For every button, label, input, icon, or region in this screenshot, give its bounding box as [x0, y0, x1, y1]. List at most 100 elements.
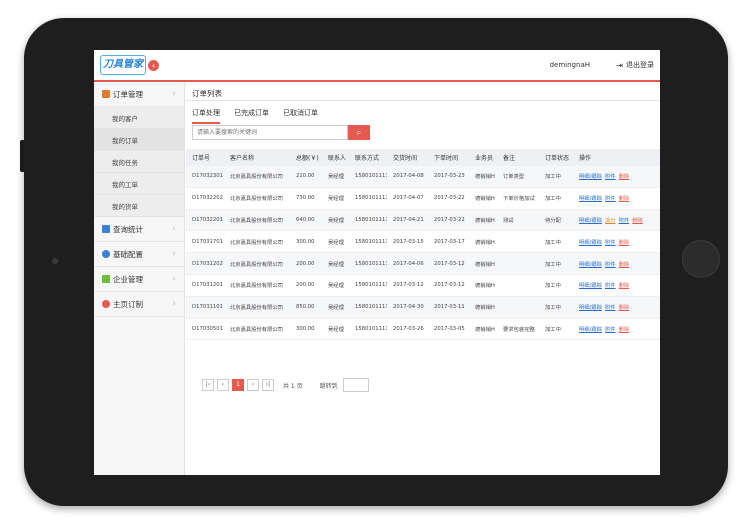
search-button[interactable]: ⌕ — [348, 125, 370, 140]
first-page-button[interactable]: |‹ — [202, 379, 214, 391]
cell-contact: 吴经理 — [322, 230, 349, 254]
row-action-link[interactable]: 明细/跟踪 — [579, 327, 602, 333]
cell-ordered: 2017-03-12 — [428, 274, 469, 297]
cell-phone: 15801011111 — [349, 318, 387, 341]
row-action-link[interactable]: 明细/跟踪 — [579, 283, 602, 289]
column-header: 联系人 — [322, 149, 349, 166]
tab-processing[interactable]: 订单处理 — [192, 104, 220, 124]
next-page-button[interactable]: › — [247, 379, 259, 391]
row-action-link[interactable]: 附件 — [605, 240, 616, 246]
column-header: 总额(￥) — [290, 149, 322, 166]
pagination: |‹ ‹ 1 › ›| 共 1 页 跳转到 — [202, 378, 369, 392]
table-row[interactable]: D17031701北京嘉具股份有限公司300.00吴经理158010111112… — [186, 230, 660, 254]
tab-completed[interactable]: 已完成订单 — [234, 104, 269, 124]
sidebar-item-query-stats[interactable]: 查询统计 › — [94, 217, 184, 242]
cell-id: D17032202 — [186, 187, 224, 210]
column-header: 业务员 — [469, 149, 497, 166]
table-row[interactable]: D17031202北京嘉具股份有限公司200.00吴经理158010111112… — [186, 252, 660, 275]
sidebar-item-order-management[interactable]: 订单管理 › — [94, 82, 184, 107]
row-action-link[interactable]: 删除 — [619, 283, 630, 289]
sidebar-item-label: 查询统计 — [113, 224, 143, 234]
cell-status: 加工中 — [539, 274, 573, 297]
last-page-button[interactable]: ›| — [262, 379, 274, 391]
table-row[interactable]: D17030501北京嘉具股份有限公司300.00吴经理158010111112… — [186, 318, 660, 341]
camera-dot — [52, 258, 58, 264]
database-icon — [102, 275, 110, 283]
row-action-link[interactable]: 明细/跟踪 — [579, 305, 602, 311]
cell-delivery: 2017-04-30 — [387, 296, 428, 319]
row-action-link[interactable]: 删除 — [619, 327, 630, 333]
home-button[interactable] — [682, 240, 720, 278]
cell-note — [497, 230, 539, 254]
row-action-link[interactable]: 附件 — [619, 218, 630, 224]
cell-ops: 明细/跟踪 附件 删除 — [573, 318, 660, 341]
row-action-link[interactable]: 附件 — [605, 196, 616, 202]
cell-sales: 德销销H — [469, 209, 497, 232]
table-row[interactable]: D17032201北京嘉具股份有限公司640.00吴经理158010111112… — [186, 209, 660, 232]
tab-cancelled[interactable]: 已取消订单 — [283, 104, 318, 124]
main-content: 订单列表 订单处理 已完成订单 已取消订单 ⌕ 订单号客户名称总额(￥)联系人联… — [186, 82, 660, 475]
search-input[interactable] — [192, 125, 348, 140]
row-action-link[interactable]: 附件 — [605, 283, 616, 289]
table-body: D17032301北京嘉具股份有限公司210.00吴经理158010111112… — [186, 166, 660, 341]
sidebar-subitem-shipments[interactable]: 我的货单 — [94, 195, 184, 217]
logout-button[interactable]: ⇥ 退出登录 — [616, 60, 654, 70]
jump-page-input[interactable] — [342, 378, 369, 392]
cell-phone: 15801011111 — [349, 274, 387, 297]
current-page-button[interactable]: 1 — [232, 379, 244, 391]
row-action-link[interactable]: 删除 — [619, 174, 630, 180]
row-action-link[interactable]: 明细/跟踪 — [579, 196, 602, 202]
row-action-link[interactable]: 附件 — [605, 305, 616, 311]
sidebar-item-enterprise[interactable]: 企业管理 › — [94, 267, 184, 292]
order-tabs: 订单处理 已完成订单 已取消订单 — [192, 104, 318, 124]
cell-sales: 德销销H — [469, 187, 497, 210]
cell-ops: 明细/跟踪 附件 删除 — [573, 230, 660, 254]
cell-ordered: 2017-03-11 — [428, 296, 469, 319]
column-header: 备注 — [497, 149, 539, 166]
chevron-down-icon: › — [172, 89, 176, 99]
cell-contact: 吴经理 — [322, 318, 349, 341]
sidebar-subitem-customers[interactable]: 我的客户 — [94, 107, 184, 129]
row-action-link[interactable]: 删除 — [619, 262, 630, 268]
table-row[interactable]: D17031201北京嘉具股份有限公司200.00吴经理158010111112… — [186, 274, 660, 297]
cell-status: 待分配 — [539, 209, 573, 232]
sidebar-item-homepage-custom[interactable]: 主页订制 › — [94, 292, 184, 317]
cell-total: 210.00 — [290, 166, 322, 188]
prev-page-button[interactable]: ‹ — [217, 379, 229, 391]
cell-delivery: 2017-03-15 — [387, 230, 428, 254]
cell-ordered: 2017-03-17 — [428, 230, 469, 254]
app-logo[interactable]: 刀具管家 — [100, 55, 146, 75]
sidebar-subitem-orders[interactable]: 我的订单 — [94, 129, 184, 151]
cell-ordered: 2017-03-05 — [428, 318, 469, 341]
cell-total: 300.00 — [290, 318, 322, 341]
sidebar: 订单管理 › 我的客户 我的订单 我的任务 我的工单 我的货单 查询统计 › 基… — [94, 82, 185, 475]
row-action-link[interactable]: 明细/跟踪 — [579, 218, 602, 224]
table-row[interactable]: D17032301北京嘉具股份有限公司210.00吴经理158010111112… — [186, 166, 660, 188]
row-action-link[interactable]: 删除 — [619, 240, 630, 246]
cell-ops: 明细/跟踪 附件 删除 — [573, 166, 660, 188]
table-row[interactable]: D17032202北京嘉具股份有限公司730.00吴经理158010111112… — [186, 187, 660, 210]
row-action-link[interactable]: 附件 — [605, 327, 616, 333]
cell-id: D17031201 — [186, 274, 224, 297]
row-action-link[interactable]: 删除 — [619, 196, 630, 202]
cell-id: D17032301 — [186, 166, 224, 188]
cell-note — [497, 252, 539, 275]
cell-phone: 15801011111 — [349, 166, 387, 188]
row-action-link[interactable]: 派分 — [605, 218, 616, 224]
row-action-link[interactable]: 明细/跟踪 — [579, 174, 602, 180]
cell-customer: 北京嘉具股份有限公司 — [224, 166, 290, 188]
column-header: 联系方式 — [349, 149, 387, 166]
orders-table: 订单号 客户名称 总额(￥) 联系人 联系方式 交货时间 下单时间 业务员 备注 订单状态 操作 D… — [186, 149, 660, 341]
collapse-sidebar-button[interactable]: ‹ — [148, 60, 159, 71]
sidebar-subitem-tasks[interactable]: 我的任务 — [94, 151, 184, 173]
sidebar-item-basic-config[interactable]: 基础配置 › — [94, 242, 184, 267]
row-action-link[interactable]: 删除 — [632, 218, 643, 224]
row-action-link[interactable]: 附件 — [605, 262, 616, 268]
sidebar-subitem-workorders[interactable]: 我的工单 — [94, 173, 184, 195]
row-action-link[interactable]: 附件 — [605, 174, 616, 180]
chevron-right-icon: › — [172, 274, 176, 284]
table-row[interactable]: D17031101北京嘉具股份有限公司850.00吴经理158010111112… — [186, 296, 660, 319]
row-action-link[interactable]: 明细/跟踪 — [579, 262, 602, 268]
row-action-link[interactable]: 删除 — [619, 305, 630, 311]
row-action-link[interactable]: 明细/跟踪 — [579, 240, 602, 246]
